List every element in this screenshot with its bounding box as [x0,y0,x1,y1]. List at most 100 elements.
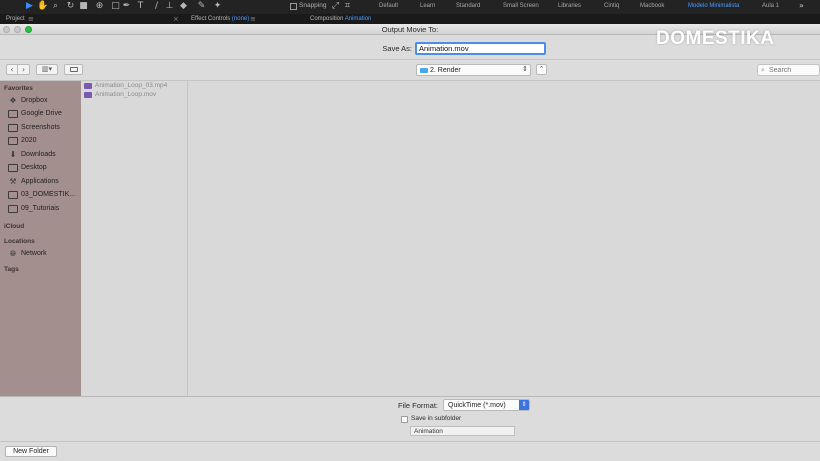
downloads-icon: ⬇ [9,150,17,159]
workspace-standard[interactable]: Standard [456,3,480,9]
file-item[interactable]: Animation_Loop.mov [84,91,186,100]
sidebar-item-09-tutoriais[interactable]: 09_Tutoriais [8,204,80,215]
sidebar-item-applications[interactable]: ⚒ Applications [8,177,80,188]
sidebar-item-downloads[interactable]: ⬇ Downloads [8,150,80,161]
divider [0,396,820,397]
search-icon: ⌕ [761,66,765,74]
sidebar-item-desktop[interactable]: Desktop [8,163,80,174]
effect-controls-tab-label: Effect Controls [191,16,231,22]
workspace-modelo-minimalista[interactable]: Modelo Minimalista [688,3,739,9]
columns-view-icon: ▥▾ [41,65,53,73]
search-input[interactable] [769,66,817,75]
save-in-subfolder-checkbox[interactable] [401,416,408,423]
workspaces-more-button[interactable]: » [799,1,804,10]
folder-icon [8,137,18,145]
hand-tool-icon[interactable]: ✋ [37,1,48,12]
effect-controls-menu-icon[interactable]: ≡ [250,15,256,23]
output-movie-dialog: Output Movie To: DOMESTIKA Save As: ‹ › … [0,24,820,461]
clone-stamp-tool-icon[interactable]: ⊥ [164,1,175,12]
sidebar-item-label: Google Drive [21,110,62,117]
save-in-subfolder-label: Save in subfolder [411,415,462,422]
browser-empty-area[interactable] [188,81,820,396]
divider [0,59,820,60]
chevron-up-icon: ⌃ [538,65,545,73]
new-folder-icon [70,67,78,72]
rotate-tool-icon[interactable]: ↻ [65,1,76,12]
forward-button[interactable]: › [18,64,30,75]
snap-edges-icon[interactable]: ⤢ [330,1,341,12]
zoom-tool-icon[interactable]: ⌕ [50,1,61,12]
sidebar-item-03-domestika[interactable]: 03_DOMESTIK... [8,190,80,201]
sidebar-item-screenshots[interactable]: Screenshots [8,123,80,134]
effect-controls-close-icon[interactable]: × [173,15,179,23]
pen-tool-icon[interactable]: ✒ [121,1,132,12]
folder-icon [8,110,18,118]
expand-collapse-button[interactable]: ⌃ [536,64,547,75]
new-folder-icon-button[interactable] [64,64,83,75]
ae-panel-headers: Project ≡ × Effect Controls (none) ≡ Com… [0,14,820,24]
brush-tool-icon[interactable]: / [151,1,162,12]
file-format-value: QuickTime (*.mov) [448,402,506,409]
eraser-tool-icon[interactable]: ◆ [178,1,189,12]
file-name: Animation_Loop_03.mp4 [95,82,168,89]
workspace-aula-1[interactable]: Aula 1 [762,3,779,9]
effect-controls-target: (none) [231,16,250,22]
rectangle-tool-icon[interactable]: □ [110,1,121,12]
sidebar-item-label: 2020 [21,137,37,144]
video-file-icon [84,83,92,89]
camera-tool-icon[interactable]: ■ [78,1,89,12]
file-item[interactable]: Animation_Loop_03.mp4 [84,82,186,91]
sidebar-item-dropbox[interactable]: ❖ Dropbox [8,96,80,107]
snap-features-icon[interactable]: ⌗ [342,1,353,12]
sidebar-item-2020[interactable]: 2020 [8,136,80,147]
updown-arrows-icon: ⇕ [522,65,528,73]
sidebar-item-google-drive[interactable]: Google Drive [8,109,80,120]
folder-icon [8,205,18,213]
effect-controls-tab[interactable]: Effect Controls (none) [191,16,249,22]
new-folder-button[interactable]: New Folder [5,446,57,457]
location-value: 2. Render [430,67,461,74]
file-format-dropdown[interactable]: QuickTime (*.mov) ⇕ [443,399,530,411]
composition-target: Animation [344,16,372,22]
workspace-learn[interactable]: Learn [420,3,435,9]
divider [0,441,820,442]
project-panel-tab[interactable]: Project [6,16,25,22]
chevron-left-icon: ‹ [10,65,14,74]
ae-toolbar: ▶ ✋ ⌕ ↻ ■ ⊕ □ ✒ T / ⊥ ◆ ✎ ✦ Snapping ⤢ ⌗… [0,0,820,14]
back-button[interactable]: ‹ [6,64,18,75]
view-mode-button[interactable]: ▥▾ [36,64,58,75]
workspace-default[interactable]: Default [379,3,398,9]
sidebar-item-network[interactable]: 🌐︎ Network [8,249,80,260]
sidebar-item-label: Downloads [21,151,56,158]
project-panel-menu-icon[interactable]: ≡ [28,15,34,23]
sidebar-item-label: Dropbox [21,97,48,104]
pan-behind-tool-icon[interactable]: ⊕ [94,1,105,12]
sidebar-item-label: Desktop [21,164,47,171]
search-field[interactable]: ⌕ [757,64,820,76]
snapping-label: Snapping [299,2,327,9]
snapping-checkbox[interactable] [290,3,297,10]
updown-arrows-icon: ⇕ [519,400,529,410]
icloud-section-label[interactable]: iCloud [4,223,24,230]
sidebar-item-label: Network [21,250,47,257]
roto-brush-tool-icon[interactable]: ✎ [196,1,207,12]
sidebar-item-label: Applications [21,178,59,185]
type-tool-icon[interactable]: T [135,1,146,12]
sidebar-item-label: Screenshots [21,124,60,131]
applications-icon: ⚒ [9,177,17,186]
sidebar: Favorites ❖ Dropbox Google Drive Screens… [0,81,81,396]
workspace-cintiq[interactable]: Cintiq [604,3,619,9]
workspace-small-screen[interactable]: Small Screen [503,3,539,9]
puppet-tool-icon[interactable]: ✦ [212,1,223,12]
composition-tab[interactable]: Composition Animation [310,16,371,22]
composition-tab-label: Composition [310,16,344,22]
sidebar-item-label: 09_Tutoriais [21,205,60,212]
subfolder-name-input[interactable] [410,426,515,436]
folder-icon [8,124,18,132]
save-as-input[interactable] [415,42,546,55]
workspace-libraries[interactable]: Libraries [558,3,581,9]
file-format-label: File Format: [397,401,438,410]
selection-tool-icon[interactable]: ▶ [24,1,35,12]
location-dropdown[interactable]: 2. Render ⇕ [416,64,531,76]
workspace-macbook[interactable]: Macbook [640,3,664,9]
